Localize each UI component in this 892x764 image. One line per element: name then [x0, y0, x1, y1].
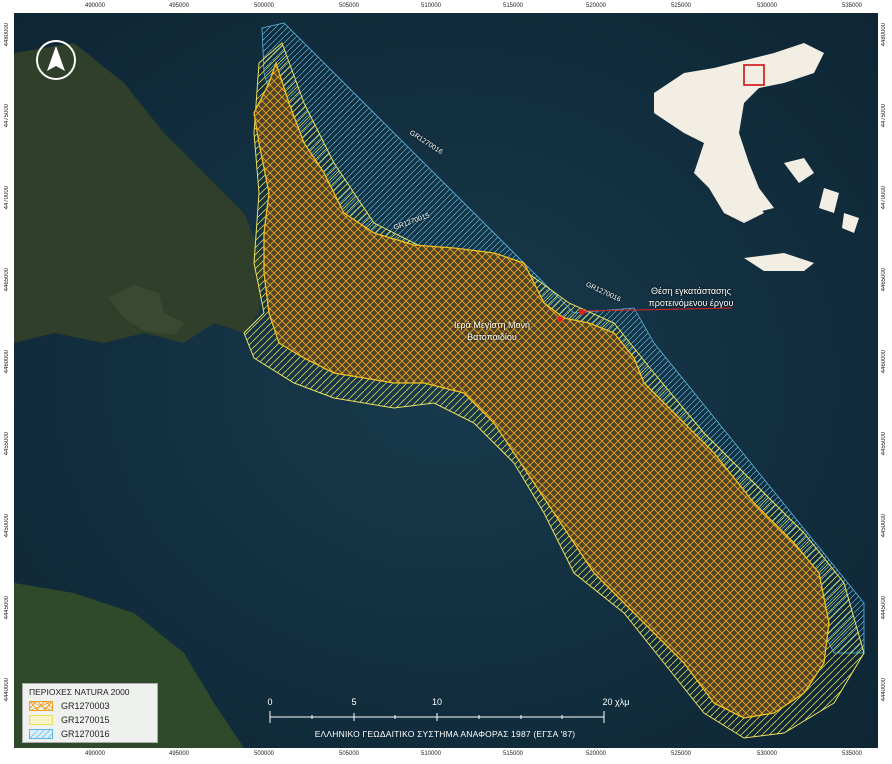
scalebar-tick-10: 10: [431, 697, 443, 707]
monastery-label: Ιερά Μεγίστη Μονή Βατοπαιδίου: [430, 319, 554, 343]
monastery-label-line-1: Ιερά Μεγίστη Μονή: [454, 320, 530, 330]
legend-title: ΠΕΡΙΟΧΕΣ NATURA 2000: [29, 687, 130, 697]
monastery-marker[interactable]: [557, 316, 563, 322]
x-tick-top: 525000: [670, 3, 692, 9]
legend-item-gr1270016[interactable]: GR1270016: [29, 728, 110, 740]
y-tick-right: 4465000: [881, 268, 887, 292]
x-tick-bottom: 515000: [502, 751, 524, 757]
x-tick-top: 510000: [420, 3, 442, 9]
y-tick-right: 4450000: [881, 514, 887, 538]
legend-swatch-yellow: [29, 715, 53, 725]
x-tick-top: 530000: [756, 3, 778, 9]
x-tick-bottom: 520000: [585, 751, 607, 757]
legend-swatch-blue: [29, 729, 53, 739]
y-tick-left: 4460000: [4, 350, 10, 374]
x-tick-top: 515000: [502, 3, 524, 9]
y-tick-right: 4480000: [881, 23, 887, 47]
y-tick-left: 4455000: [4, 432, 10, 456]
x-tick-top: 495000: [168, 3, 190, 9]
scalebar-tick-0: 0: [267, 697, 273, 707]
x-tick-bottom: 510000: [420, 751, 442, 757]
x-tick-top: 505000: [338, 3, 360, 9]
map-canvas[interactable]: Ιερά Μεγίστη Μονή Βατοπαιδίου Θέση εγκατ…: [14, 13, 878, 748]
legend-label: GR1270016: [61, 729, 110, 739]
x-tick-top: 490000: [84, 3, 106, 9]
legend-label: GR1270003: [61, 701, 110, 711]
project-site-label-line-1: Θέση εγκατάστασης: [651, 286, 731, 296]
y-tick-right: 4455000: [881, 432, 887, 456]
y-tick-right: 4440000: [881, 678, 887, 702]
y-tick-right: 4475000: [881, 104, 887, 128]
y-tick-left: 4480000: [4, 23, 10, 47]
legend-item-gr1270015[interactable]: GR1270015: [29, 714, 110, 726]
x-tick-bottom: 490000: [84, 751, 106, 757]
y-tick-left: 4440000: [4, 678, 10, 702]
scalebar-tick-5: 5: [351, 697, 357, 707]
datum-label: ΕΛΛΗΝΙΚΟ ΓΕΩΔΑΙΤΙΚΟ ΣΥΣΤΗΜΑ ΑΝΑΦΟΡΑΣ 198…: [314, 729, 576, 739]
y-tick-left: 4465000: [4, 268, 10, 292]
y-tick-right: 4470000: [881, 186, 887, 210]
project-site-marker[interactable]: [579, 309, 585, 315]
x-tick-bottom: 530000: [756, 751, 778, 757]
y-tick-left: 4450000: [4, 514, 10, 538]
y-tick-right: 4460000: [881, 350, 887, 374]
legend-item-gr1270003[interactable]: GR1270003: [29, 700, 110, 712]
x-tick-top: 500000: [253, 3, 275, 9]
legend-label: GR1270015: [61, 715, 110, 725]
x-tick-bottom: 495000: [168, 751, 190, 757]
x-tick-top: 535000: [841, 3, 863, 9]
x-tick-bottom: 535000: [841, 751, 863, 757]
legend: ΠΕΡΙΟΧΕΣ NATURA 2000 GR1270003 GR1270015…: [22, 683, 158, 743]
x-tick-top: 520000: [585, 3, 607, 9]
project-site-label-line-2: προτεινόμενου έργου: [648, 298, 734, 308]
x-tick-bottom: 525000: [670, 751, 692, 757]
map-svg: [14, 13, 878, 748]
x-tick-bottom: 500000: [253, 751, 275, 757]
map-frame: Ιερά Μεγίστη Μονή Βατοπαιδίου Θέση εγκατ…: [0, 0, 892, 764]
project-site-label: Θέση εγκατάστασης προτεινόμενου έργου: [636, 285, 746, 309]
legend-swatch-orange: [29, 701, 53, 711]
scalebar-tick-20: 20 χλμ: [602, 697, 630, 707]
x-tick-bottom: 505000: [338, 751, 360, 757]
y-tick-right: 4445000: [881, 596, 887, 620]
monastery-label-line-2: Βατοπαιδίου: [467, 332, 517, 342]
y-tick-left: 4470000: [4, 186, 10, 210]
y-tick-left: 4445000: [4, 596, 10, 620]
y-tick-left: 4475000: [4, 104, 10, 128]
